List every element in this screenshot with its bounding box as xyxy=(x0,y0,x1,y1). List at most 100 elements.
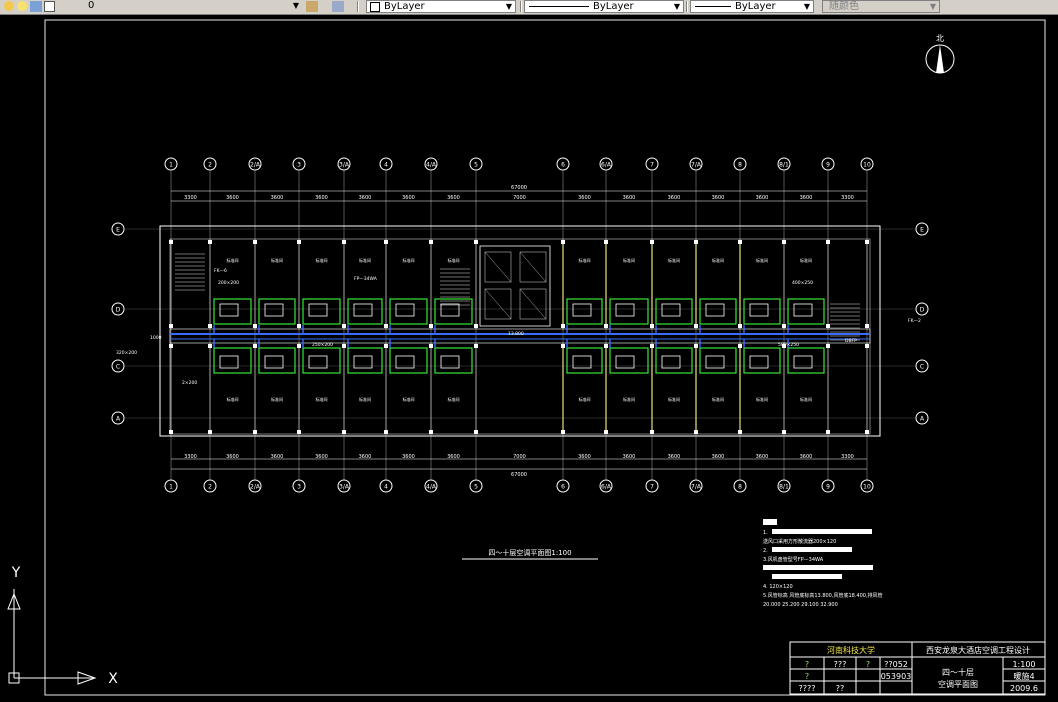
room-label: 标准间 xyxy=(579,257,591,263)
duct-annotation: 2×200 xyxy=(182,380,197,386)
color-swatch-icon xyxy=(370,2,380,12)
axis-label: 4 xyxy=(384,162,388,169)
layer-value: 0 xyxy=(88,0,95,11)
room-label: 标准间 xyxy=(448,257,460,263)
layer-dropdown[interactable]: 0 ▼ xyxy=(82,0,302,13)
fan-coil-unit xyxy=(787,298,825,325)
chevron-down-icon[interactable]: ▼ xyxy=(802,2,812,12)
layer-stack-icon[interactable] xyxy=(306,1,318,12)
linetype-dropdown[interactable]: ByLayer ▼ xyxy=(524,0,684,13)
room-label: 标准间 xyxy=(579,396,591,402)
chevron-down-icon[interactable]: ▼ xyxy=(291,1,301,11)
axis-label: 2/A xyxy=(250,484,261,491)
diffuser xyxy=(395,355,415,369)
axis-label: 9 xyxy=(826,484,830,491)
column xyxy=(738,240,742,244)
room-label: 标准间 xyxy=(756,396,768,402)
drawing-name-2: 空调平面图 xyxy=(938,679,978,689)
ucs-y-label: Y xyxy=(11,565,21,581)
column xyxy=(253,430,257,434)
column xyxy=(342,344,346,348)
axis-label: 9 xyxy=(826,162,830,169)
toolbar-separator xyxy=(520,1,522,12)
column xyxy=(429,344,433,348)
design-notes: 1. 送风口采用方形散流器200×120 2. 3.风机盘管型号FP—34WA … xyxy=(763,519,883,608)
column xyxy=(865,240,869,244)
column xyxy=(297,324,301,328)
field-q4: ? xyxy=(805,672,809,681)
lightbulb-icon[interactable] xyxy=(4,1,14,11)
column xyxy=(650,324,654,328)
fan-coil-unit xyxy=(699,298,737,325)
fan-coil-unit xyxy=(566,347,603,374)
column xyxy=(297,430,301,434)
field-q1: ? xyxy=(805,660,809,669)
scale-value: 1:100 xyxy=(1012,660,1035,669)
elevator-shaft xyxy=(519,288,547,320)
note-line-2: 送风口采用方形散流器200×120 xyxy=(763,538,836,545)
diffuser xyxy=(264,355,284,369)
layer-previous-icon[interactable] xyxy=(332,1,344,12)
sun-icon[interactable] xyxy=(17,1,27,11)
column xyxy=(650,240,654,244)
plotstyle-dropdown[interactable]: 随颜色 ▼ xyxy=(822,0,940,13)
diffuser xyxy=(615,303,635,317)
chevron-down-icon[interactable]: ▼ xyxy=(672,2,682,12)
diffuser xyxy=(705,355,725,369)
column xyxy=(782,324,786,328)
room-label: 标准间 xyxy=(227,396,239,402)
room-label: 标准间 xyxy=(271,396,283,402)
column xyxy=(384,344,388,348)
duct-annotation: DBFP xyxy=(845,338,857,344)
chevron-down-icon[interactable]: ▼ xyxy=(504,2,514,12)
school-name: 河南科技大学 xyxy=(827,645,875,655)
axis-label: 4/A xyxy=(426,484,437,491)
axis-label: 6/A xyxy=(601,162,612,169)
lineweight-dropdown[interactable]: ByLayer ▼ xyxy=(690,0,814,13)
axis-label: A xyxy=(116,416,121,423)
axis-label: 5 xyxy=(474,484,478,491)
column xyxy=(604,324,608,328)
chevron-down-icon[interactable]: ▼ xyxy=(928,2,938,12)
diffuser xyxy=(749,355,769,369)
fan-coil-unit xyxy=(655,298,693,325)
column xyxy=(297,240,301,244)
dimension-text: 3600 xyxy=(226,454,239,460)
column xyxy=(429,324,433,328)
ucs-x-label: X xyxy=(108,671,118,687)
lineweight-value: ByLayer xyxy=(735,1,776,12)
drawing-canvas[interactable]: 北 1 1 2 2 2/A 2/A 3 3 3/A 3/A 4 4 4/A 4/A 5 5 6 6 6/A 6/A 7 7… xyxy=(0,14,1058,702)
dimension-text: 3600 xyxy=(800,454,813,460)
dimension-text: 3300 xyxy=(841,454,854,460)
fan-coil-unit xyxy=(347,298,383,325)
dimension-text: 3600 xyxy=(226,195,239,201)
toolbar-separator xyxy=(357,1,359,12)
fan-coil-unit xyxy=(258,347,296,374)
column xyxy=(169,344,173,348)
axis-label: 7 xyxy=(650,162,654,169)
diffuser xyxy=(572,355,592,369)
column xyxy=(650,344,654,348)
column xyxy=(604,344,608,348)
dimension-text: 3600 xyxy=(623,454,636,460)
elevator-shaft xyxy=(484,251,512,283)
sheet-value: 暖施4 xyxy=(1013,671,1034,681)
color-square-icon[interactable] xyxy=(44,1,55,12)
column xyxy=(738,430,742,434)
dimension-text: 3600 xyxy=(756,454,769,460)
color-dropdown[interactable]: ByLayer ▼ xyxy=(366,0,516,13)
dimension-text: 3600 xyxy=(712,454,725,460)
field-q6: ?? xyxy=(836,684,845,693)
dimension-text: 3600 xyxy=(271,454,284,460)
room-label: 标准间 xyxy=(800,257,812,263)
dimension-text: 3600 xyxy=(578,195,591,201)
duct-annotation: FP—34WA xyxy=(354,276,378,282)
lock-icon[interactable] xyxy=(30,1,42,12)
axis-label: 3 xyxy=(297,484,301,491)
room-label: 标准间 xyxy=(800,396,812,402)
column xyxy=(208,430,212,434)
axis-label: D xyxy=(116,307,121,314)
linetype-value: ByLayer xyxy=(593,1,634,12)
column xyxy=(604,430,608,434)
dimension-text: 3600 xyxy=(359,454,372,460)
